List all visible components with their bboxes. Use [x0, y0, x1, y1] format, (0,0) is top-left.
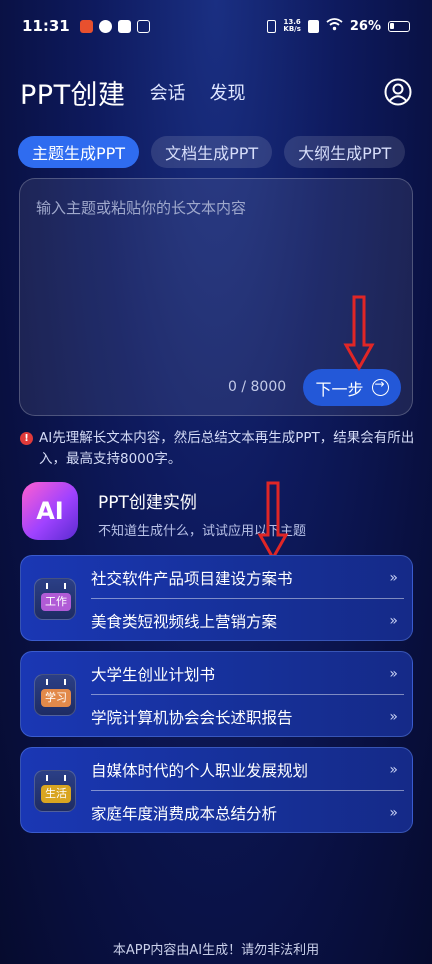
group-tag: 学习 — [41, 689, 71, 707]
example-group-life: 生活 自媒体时代的个人职业发展规划 » 家庭年度消费成本总结分析 » — [20, 747, 413, 833]
group-tag: 工作 — [41, 593, 71, 611]
examples-title: PPT创建实例 — [98, 493, 197, 513]
chevron-right-icon: » — [389, 762, 398, 778]
tab-chat[interactable]: 会话 — [150, 79, 186, 105]
group-tag: 生活 — [41, 785, 71, 803]
mail-icon — [117, 19, 131, 33]
footer-disclaimer: 本APP内容由AI生成！请勿非法利用 — [112, 943, 320, 958]
notification-app-icon — [98, 19, 112, 33]
calendar-work-icon: 工作 — [34, 578, 76, 620]
sim-off-icon — [307, 19, 319, 33]
example-item[interactable]: 社交软件产品项目建设方案书 » — [91, 557, 398, 599]
calendar-study-icon: 学习 — [34, 674, 76, 716]
warning-icon: ! — [20, 432, 33, 445]
status-time: 11:31 — [22, 17, 70, 35]
network-speed: 13.6 KB/s — [283, 19, 300, 33]
net-speed-unit: KB/s — [283, 25, 301, 33]
example-item-label: 美食类短视频线上营销方案 — [91, 613, 278, 631]
app-header: PPT创建 会话 发现 — [20, 72, 412, 112]
next-button[interactable]: 下一步 — [303, 369, 401, 406]
arrow-right-circle-icon — [371, 377, 389, 396]
example-group-work: 工作 社交软件产品项目建设方案书 » 美食类短视频线上营销方案 » — [20, 555, 413, 641]
notification-app-icon — [79, 19, 93, 33]
example-item[interactable]: 家庭年度消费成本总结分析 » — [91, 792, 398, 834]
wifi-icon — [326, 17, 343, 35]
example-item-label: 学院计算机协会会长述职报告 — [91, 709, 293, 727]
example-item[interactable]: 大学生创业计划书 » — [91, 653, 398, 695]
play-icon — [136, 19, 150, 33]
mode-tabs: 主题生成PPT 文档生成PPT 大纲生成PPT — [18, 136, 406, 168]
chevron-right-icon: » — [389, 805, 398, 821]
tab-outline-ppt[interactable]: 大纲生成PPT — [284, 136, 406, 168]
next-button-label: 下一步 — [315, 379, 364, 399]
example-item-label: 社交软件产品项目建设方案书 — [91, 570, 293, 588]
calendar-life-icon: 生活 — [34, 770, 76, 812]
red-down-arrow-annotation — [257, 481, 289, 561]
user-profile-icon[interactable] — [384, 78, 412, 106]
topic-input-placeholder[interactable]: 输入主题或粘贴你的长文本内容 — [36, 197, 246, 218]
ai-logo: AI — [22, 482, 78, 540]
chevron-right-icon: » — [389, 666, 398, 682]
divider — [91, 790, 404, 791]
chevron-right-icon: » — [389, 709, 398, 725]
notice-text-block: ! AI先理解长文本内容，然后总结文本再生成PPT，结果会有所出入，最高支持80… — [20, 428, 416, 470]
page-title: PPT创建 — [20, 79, 126, 111]
tab-discover[interactable]: 发现 — [210, 79, 246, 105]
example-group-study: 学习 大学生创业计划书 » 学院计算机协会会长述职报告 » — [20, 651, 413, 737]
red-down-arrow-annotation — [343, 295, 375, 371]
tab-topic-ppt[interactable]: 主题生成PPT — [18, 136, 140, 168]
char-counter: 0 / 8000 — [228, 379, 287, 395]
example-item-label: 自媒体时代的个人职业发展规划 — [91, 762, 309, 780]
example-item[interactable]: 学院计算机协会会长述职报告 » — [91, 696, 398, 738]
example-item-label: 大学生创业计划书 — [91, 666, 216, 684]
tab-document-ppt[interactable]: 文档生成PPT — [151, 136, 273, 168]
chevron-right-icon: » — [389, 570, 398, 586]
example-item[interactable]: 美食类短视频线上营销方案 » — [91, 600, 398, 642]
battery-icon — [388, 20, 410, 32]
example-item[interactable]: 自媒体时代的个人职业发展规划 » — [91, 749, 398, 791]
divider — [91, 694, 404, 695]
examples-header: AI PPT创建实例 不知道生成什么，试试应用以下主题 — [22, 482, 412, 542]
battery-percent: 26% — [349, 18, 381, 34]
notice-text: AI先理解长文本内容，然后总结文本再生成PPT，结果会有所出入，最高支持8000… — [39, 430, 415, 467]
status-bar: 11:31 13.6 KB/s 26% — [0, 0, 432, 52]
example-item-label: 家庭年度消费成本总结分析 — [91, 805, 278, 823]
divider — [91, 598, 404, 599]
vibrate-icon — [267, 19, 277, 33]
chevron-right-icon: » — [389, 613, 398, 629]
